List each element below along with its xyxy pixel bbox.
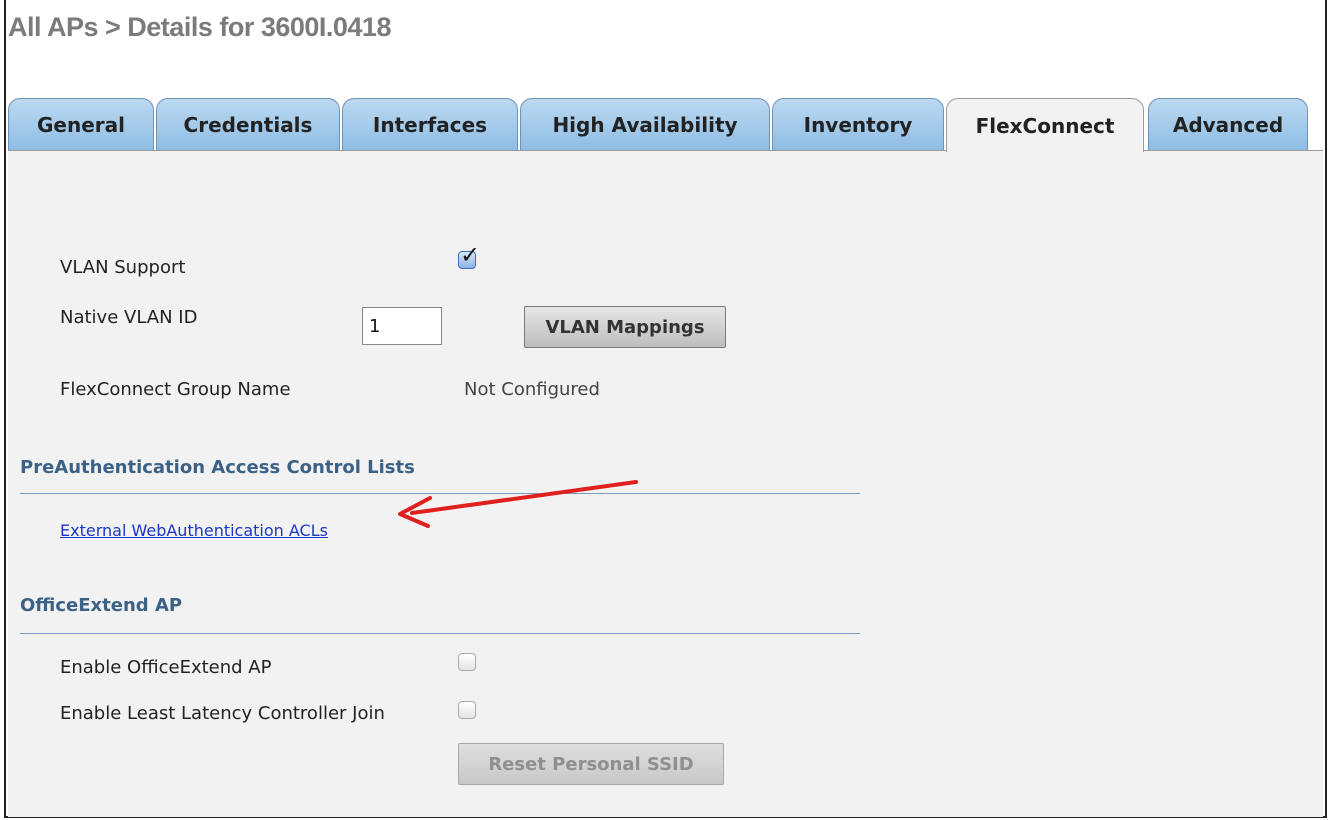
tab-flexconnect[interactable]: FlexConnect <box>946 98 1144 152</box>
